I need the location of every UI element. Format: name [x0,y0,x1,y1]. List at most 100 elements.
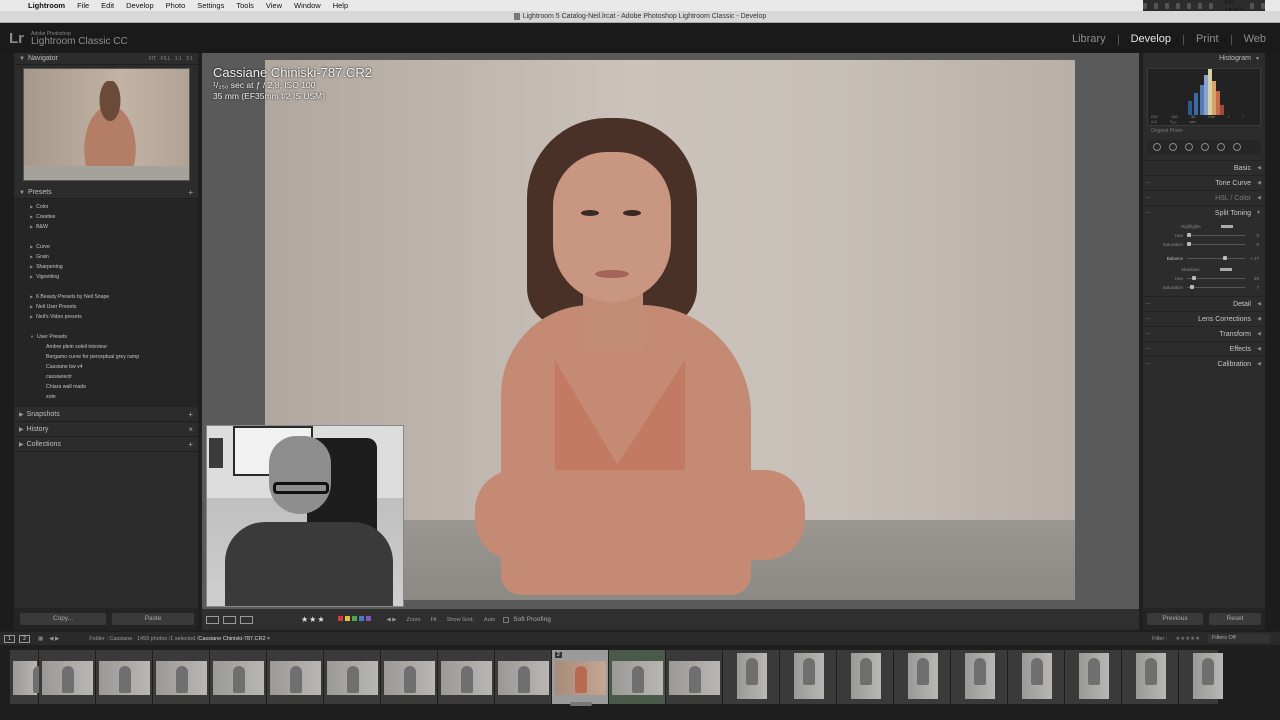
filmstrip-thumb[interactable] [267,650,324,704]
highlights-hue-value[interactable]: 0 [1245,233,1259,238]
panel-switch-icon[interactable]: — [1146,206,1151,221]
blue-label-swatch[interactable] [358,616,364,621]
preset-folder-user[interactable]: ▼ User Presets [14,332,198,342]
slider-knob[interactable] [1189,285,1194,289]
section-calibration[interactable]: — Calibration ◀ [1143,356,1265,371]
graduated-filter-icon[interactable] [1201,143,1209,151]
radial-filter-icon[interactable] [1217,143,1225,151]
preset-folder-neil-user[interactable]: ▶ Neil User Presets [14,302,198,312]
panel-switch-icon[interactable]: — [1146,342,1151,357]
section-lens-corrections[interactable]: — Lens Corrections ◀ [1143,311,1265,326]
filmstrip-thumb[interactable] [438,650,495,704]
bluetooth-icon[interactable] [1176,2,1181,9]
slider-knob[interactable] [1187,233,1191,237]
highlights-color-swatch[interactable] [1220,225,1233,229]
expand-triangle-icon[interactable]: ▶ [19,441,24,448]
purple-label-swatch[interactable] [365,616,371,621]
previous-button[interactable]: Previous [1147,613,1203,625]
spotlight-icon[interactable] [1249,2,1255,9]
filmstrip-thumb[interactable] [723,650,780,704]
grid-view-icon[interactable]: ▦ [38,636,43,642]
filmstrip-thumb[interactable] [1065,650,1122,704]
navigator-preview[interactable] [23,68,190,181]
wifi-icon[interactable] [1187,2,1192,9]
preset-folder-grain[interactable]: ▶ Grain [14,252,198,262]
collapse-triangle-icon[interactable]: ▼ [1255,53,1260,65]
module-web[interactable]: Web [1244,33,1266,45]
menu-develop[interactable]: Develop [126,1,154,10]
adjustment-brush-icon[interactable] [1233,143,1241,151]
preset-item[interactable]: cassianeclr [14,372,198,382]
highlights-saturation-value[interactable]: 0 [1245,242,1259,247]
panel-switch-icon[interactable]: — [1146,191,1151,206]
filmstrip-thumb[interactable] [1179,650,1223,704]
shadows-hue-slider[interactable] [1187,276,1245,280]
preset-item[interactable]: Ambre plein soleil interieur [14,342,198,352]
highlights-hue-slider[interactable] [1187,233,1245,237]
filmstrip-thumb[interactable] [894,650,951,704]
preset-item[interactable]: Cassiane bw v4 [14,362,198,372]
slider-knob[interactable] [1222,256,1227,260]
preset-folder-sharpening[interactable]: ▶ Sharpening [14,262,198,272]
slider-knob[interactable] [1187,242,1191,246]
filmstrip-thumb[interactable] [1008,650,1065,704]
add-snapshot-icon[interactable]: + [188,410,193,419]
soft-proofing-label[interactable]: Soft Proofing [513,616,551,623]
filter-preset-select[interactable]: Filters Off [1208,634,1270,643]
crop-tool-icon[interactable] [1153,143,1161,151]
history-header[interactable]: ▶ History × [14,422,198,437]
preset-item[interactable]: Bergamo curve for perceptual grey ramp [14,352,198,362]
filmstrip-thumb[interactable] [837,650,894,704]
section-detail[interactable]: — Detail ◀ [1143,296,1265,311]
highlights-saturation-slider[interactable] [1187,242,1245,246]
preset-folder-beauty[interactable]: ▶ 6 Beauty Presets by Neil Snape [14,292,198,302]
star-rating[interactable]: ★★★ [301,615,326,624]
module-develop[interactable]: Develop [1131,33,1171,45]
filmstrip-thumb[interactable] [381,650,438,704]
creative-cloud-icon[interactable] [1143,2,1148,9]
filmstrip-thumb[interactable] [609,650,666,704]
filmstrip-thumb[interactable] [951,650,1008,704]
section-hsl-color[interactable]: — HSL / Color ◀ [1143,190,1265,205]
snapshots-header[interactable]: ▶ Snapshots + [14,407,198,422]
filmstrip-thumb[interactable] [780,650,837,704]
filmstrip-thumb[interactable] [39,650,96,704]
nav-arrows-icon[interactable]: ◀ ▶ [49,636,59,642]
preset-folder-vignetting[interactable]: ▶ Vignetting [14,272,198,282]
preset-item[interactable]: Chiara wall made [14,382,198,392]
preset-folder-color[interactable]: ▶ Color [14,202,198,212]
shadows-saturation-slider[interactable] [1187,285,1245,289]
filmstrip-thumb[interactable] [495,650,552,704]
filmstrip-thumb[interactable] [153,650,210,704]
filmstrip-thumb[interactable] [96,650,153,704]
collapse-triangle-icon[interactable]: ▼ [19,190,25,196]
soft-proofing-checkbox[interactable] [503,616,510,623]
filmstrip-scrollbar[interactable] [570,702,592,706]
time-machine-icon[interactable] [1165,2,1170,9]
grid-auto-label[interactable]: Auto [484,617,495,623]
slider-knob[interactable] [1191,276,1196,280]
panel-switch-icon[interactable]: — [1146,297,1151,312]
filmstrip-thumb[interactable] [210,650,267,704]
menu-tools[interactable]: Tools [236,1,254,10]
menu-window[interactable]: Window [294,1,321,10]
paste-button[interactable]: Paste [112,613,194,625]
section-split-toning[interactable]: — Split Toning ▼ [1143,205,1265,220]
module-library[interactable]: Library [1072,33,1106,45]
shadows-hue-value[interactable]: 30 [1245,276,1259,281]
filmstrip-thumb[interactable] [666,650,723,704]
right-panel-collapse-edge[interactable] [1265,53,1280,630]
navigator-header[interactable]: ▼ Navigator FIT FILL 1:1 3:1 [14,53,198,65]
preset-folder-creative[interactable]: ▶ Creative [14,212,198,222]
page-1-button[interactable]: 1 [4,634,15,643]
module-print[interactable]: Print [1196,33,1219,45]
menu-help[interactable]: Help [333,1,348,10]
battery-icon[interactable] [1209,2,1214,9]
yellow-label-swatch[interactable] [344,616,350,621]
copy-button[interactable]: Copy... [20,613,106,625]
section-basic[interactable]: Basic ◀ [1143,160,1265,175]
volume-icon[interactable] [1198,2,1203,9]
filmstrip-source[interactable]: Folder : Cassiane 1493 photos /1 selecte… [89,636,270,642]
menu-edit[interactable]: Edit [101,1,114,10]
filmstrip-thumb[interactable] [1122,650,1179,704]
